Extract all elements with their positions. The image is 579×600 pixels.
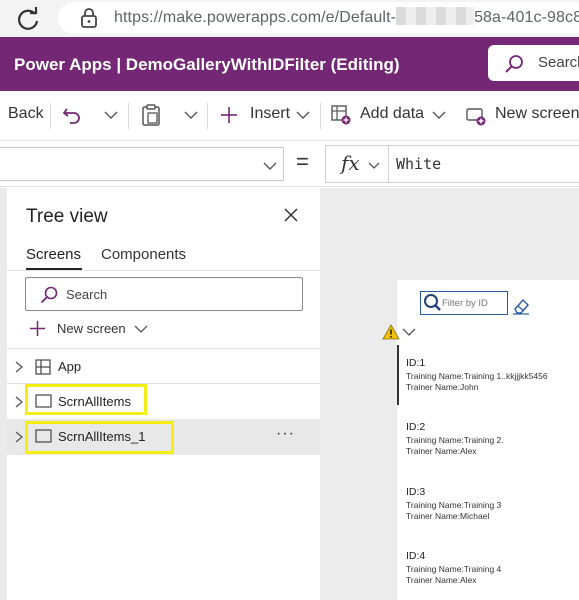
divider <box>50 103 51 129</box>
warning-icon[interactable] <box>382 324 400 340</box>
gallery-item-training: Training Name:Training 2. <box>406 435 504 445</box>
new-screen-button[interactable]: New screen <box>495 105 579 123</box>
chevron-right-icon[interactable] <box>15 361 23 373</box>
tree-search-input[interactable]: Search <box>25 277 303 311</box>
add-data-icon <box>331 105 351 125</box>
close-icon[interactable] <box>284 208 298 222</box>
tab-components[interactable]: Components <box>101 246 186 263</box>
divider <box>320 103 321 129</box>
search-icon <box>40 286 58 304</box>
filter-placeholder: Filter by ID <box>442 298 488 309</box>
chevron-right-icon[interactable] <box>15 431 23 443</box>
eraser-icon[interactable] <box>512 297 530 315</box>
search-icon <box>505 55 523 73</box>
url-redacted <box>396 7 475 25</box>
left-rail <box>0 188 7 600</box>
chevron-down-icon[interactable] <box>296 108 310 122</box>
chevron-down-icon[interactable] <box>402 327 416 337</box>
chevron-down-icon[interactable] <box>184 108 198 122</box>
gallery-item-trainer: Trainer Name:Michael <box>406 511 490 521</box>
divider <box>128 103 129 129</box>
tree-search-placeholder: Search <box>66 287 108 302</box>
tab-screens[interactable]: Screens <box>26 246 81 263</box>
formula-value: White <box>396 155 442 173</box>
chevron-down-icon <box>134 325 148 333</box>
undo-icon[interactable] <box>62 105 82 125</box>
gallery-item-id: ID:1 <box>406 357 426 369</box>
url-suffix: 58a-401c-98c8- <box>474 9 579 26</box>
gallery-item-trainer: Trainer Name:John <box>406 382 479 392</box>
gallery-item-training: Training Name:Training 3 <box>406 500 502 510</box>
divider <box>207 103 208 129</box>
insert-button[interactable]: Insert <box>250 105 290 123</box>
gallery-item-training: Training Name:Training 4 <box>406 564 502 574</box>
fx-button[interactable]: fx <box>325 145 389 183</box>
chevron-down-icon[interactable] <box>432 108 446 122</box>
highlight-box <box>25 384 147 415</box>
add-data-button[interactable]: Add data <box>360 105 424 123</box>
command-bar: Back Insert Add data New screen <box>0 91 579 141</box>
gallery-item[interactable]: ID:3 Training Name:Training 3 Trainer Na… <box>406 486 579 522</box>
gallery-item[interactable]: ID:4 Training Name:Training 4 Trainer Na… <box>406 550 579 586</box>
divider <box>7 270 320 271</box>
formula-input[interactable]: White <box>389 145 579 183</box>
app-header: Power Apps | DemoGalleryWithIDFilter (Ed… <box>0 37 579 91</box>
lock-icon <box>81 8 97 28</box>
chevron-down-icon <box>263 162 277 170</box>
chevron-right-icon[interactable] <box>15 396 23 408</box>
chevron-down-icon[interactable] <box>104 108 118 122</box>
gallery-item-trainer: Trainer Name:Alex <box>406 575 477 585</box>
fx-label: fx <box>341 151 360 175</box>
search-icon <box>424 294 441 311</box>
tree-new-screen-label: New screen <box>57 321 126 336</box>
more-options-icon[interactable]: ··· <box>276 425 295 443</box>
browser-toolbar: https://make.powerapps.com/e/Default- 58a… <box>0 0 579 37</box>
filter-by-id-input[interactable]: Filter by ID <box>420 291 508 315</box>
tree-view-panel: Tree view Screens Components Search New … <box>7 188 320 600</box>
gallery-selection-bar <box>397 345 399 405</box>
gallery-item-training: Training Name:Training 1..kkjjjkk5456 <box>406 371 548 381</box>
equals-sign: = <box>296 149 309 174</box>
app-title: Power Apps | DemoGalleryWithIDFilter (Ed… <box>14 55 400 74</box>
reload-icon[interactable] <box>14 5 42 33</box>
plus-icon <box>221 107 237 123</box>
header-search-label: Search <box>538 54 579 71</box>
tree-item-app[interactable]: App <box>7 349 320 385</box>
app-icon <box>35 359 51 375</box>
tree-view-title: Tree view <box>26 206 108 227</box>
chevron-down-icon <box>368 162 380 169</box>
url-prefix: https://make.powerapps.com/e/Default- <box>114 9 397 26</box>
gallery-item-id: ID:2 <box>406 421 426 433</box>
tree-item-label: App <box>58 359 82 374</box>
url-text[interactable]: https://make.powerapps.com/e/Default- 58a… <box>114 7 579 27</box>
formula-bar: = fx White <box>0 141 579 187</box>
back-button[interactable]: Back <box>8 105 44 123</box>
gallery-item[interactable]: ID:2 Training Name:Training 2. Trainer N… <box>406 421 579 457</box>
plus-icon <box>30 321 45 336</box>
gallery-item-id: ID:3 <box>406 486 426 498</box>
header-search[interactable]: Search <box>488 45 579 81</box>
highlight-box <box>25 421 174 454</box>
gallery-item[interactable]: ID:1 Training Name:Training 1..kkjjjkk54… <box>406 357 579 393</box>
gallery-item-trainer: Trainer Name:Alex <box>406 446 477 456</box>
property-dropdown[interactable] <box>0 147 284 181</box>
new-screen-icon <box>466 108 486 126</box>
paste-icon[interactable] <box>142 104 160 126</box>
gallery-item-id: ID:4 <box>406 550 426 562</box>
